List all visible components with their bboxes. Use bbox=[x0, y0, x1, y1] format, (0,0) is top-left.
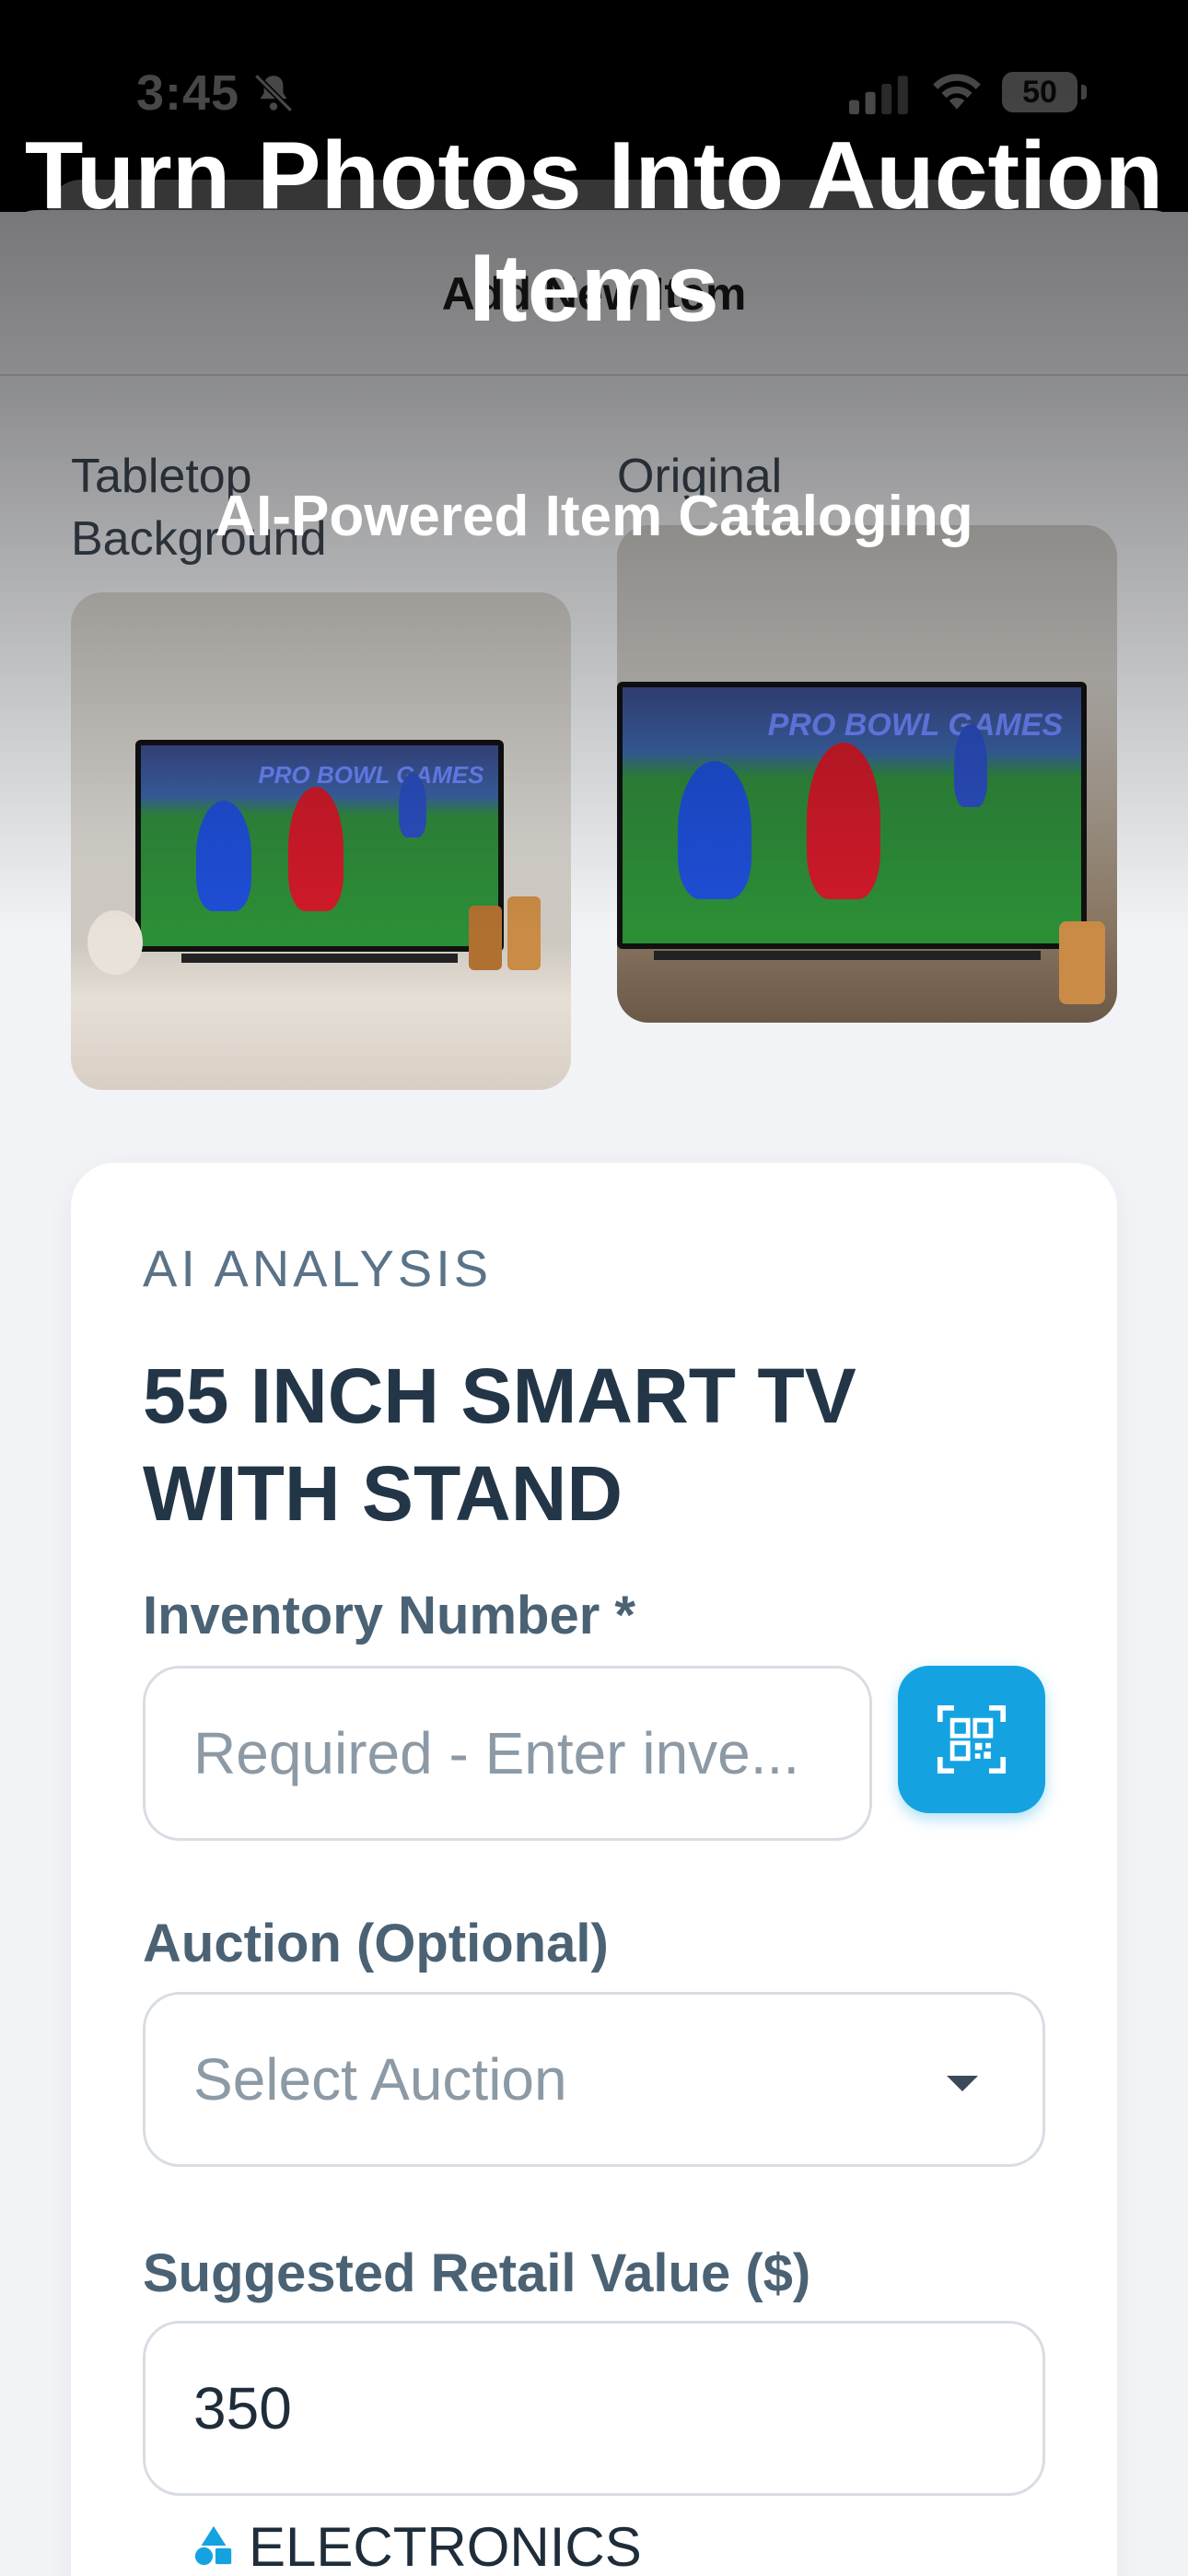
auction-label: Auction (Optional) bbox=[143, 1914, 609, 1973]
qr-scan-button[interactable] bbox=[898, 1666, 1045, 1813]
screen: 3:45 50 Add New Item Tabletop Background… bbox=[0, 0, 1188, 2576]
player-figure bbox=[807, 743, 880, 899]
tv-screen: PRO BOWL GAMES bbox=[141, 745, 498, 946]
decor-bottle bbox=[469, 906, 502, 970]
chevron-down-icon bbox=[947, 2076, 978, 2091]
category-label: ELECTRONICS bbox=[249, 2516, 642, 2576]
decor-vase bbox=[87, 910, 143, 975]
tv-illustration: PRO BOWL GAMES bbox=[617, 682, 1087, 949]
category-shapes-icon bbox=[194, 2525, 232, 2566]
section-eyebrow: AI ANALYSIS bbox=[143, 1239, 493, 1297]
original-image[interactable]: PRO BOWL GAMES bbox=[617, 525, 1117, 1023]
hero-subtitle: AI-Powered Item Cataloging bbox=[215, 485, 973, 548]
hero-title: Turn Photos Into Auction Items bbox=[24, 123, 1164, 342]
bell-slash-icon bbox=[254, 74, 293, 112]
inventory-number-label: Inventory Number * bbox=[143, 1586, 635, 1645]
player-figure bbox=[678, 761, 751, 899]
status-time: 3:45 bbox=[136, 65, 240, 121]
inventory-number-input[interactable]: Required - Enter inve... bbox=[143, 1666, 872, 1841]
player-figure bbox=[196, 801, 251, 911]
decor-bottle bbox=[507, 896, 541, 970]
tv-illustration: PRO BOWL GAMES bbox=[135, 740, 504, 952]
tabletop-image[interactable]: PRO BOWL GAMES bbox=[71, 592, 571, 1090]
decor-bottle bbox=[1059, 921, 1105, 1004]
tv-screen: PRO BOWL GAMES bbox=[623, 687, 1081, 943]
retail-value-input[interactable]: 350 bbox=[143, 2321, 1045, 2496]
ai-analysis-card: AI ANALYSIS 55 INCH SMART TV WITH STAND … bbox=[71, 1163, 1117, 2576]
tv-banner: PRO BOWL GAMES bbox=[258, 761, 484, 790]
qr-code-icon bbox=[937, 1704, 1007, 1774]
auction-select[interactable]: Select Auction bbox=[143, 1992, 1045, 2167]
retail-value-label: Suggested Retail Value ($) bbox=[143, 2243, 811, 2303]
player-figure bbox=[954, 724, 987, 807]
tv-stand bbox=[181, 954, 458, 963]
player-figure bbox=[399, 773, 426, 837]
item-title: 55 INCH SMART TV WITH STAND bbox=[143, 1352, 856, 1537]
signal-icon bbox=[849, 76, 908, 114]
player-figure bbox=[288, 787, 344, 911]
battery-icon: 50 bbox=[1002, 72, 1087, 112]
tv-banner: PRO BOWL GAMES bbox=[767, 708, 1064, 744]
auction-select-placeholder: Select Auction bbox=[193, 2046, 567, 2113]
wifi-icon bbox=[933, 74, 981, 110]
tv-stand bbox=[654, 951, 1041, 960]
